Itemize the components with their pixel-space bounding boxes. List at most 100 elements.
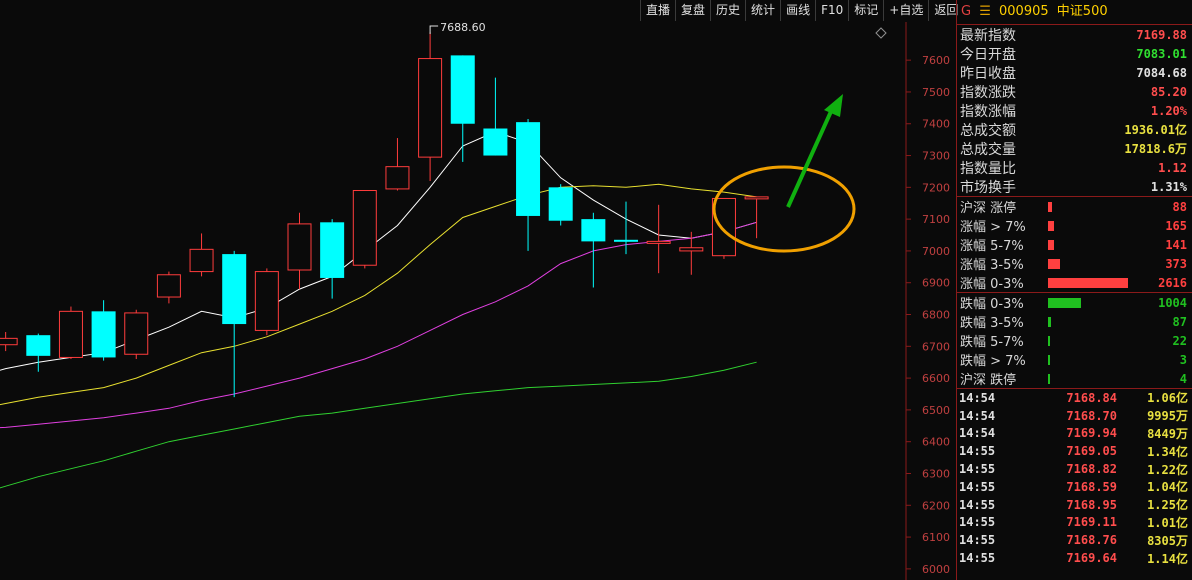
breadth-count: 1004 xyxy=(1158,295,1187,310)
toolbar-button[interactable]: 统计 xyxy=(745,0,780,21)
candle-body-down xyxy=(483,128,508,156)
tick-volume-number: 1.01 xyxy=(1147,515,1176,530)
quote-value: 17818.6万 xyxy=(1124,142,1187,156)
breadth-count: 2616 xyxy=(1158,275,1187,290)
tick-time: 14:54 xyxy=(959,408,996,423)
price-axis-label: 6300 xyxy=(922,467,950,480)
toolbar-button[interactable]: 标记 xyxy=(848,0,883,21)
tick-list[interactable]: 14:54 7168.84 1.06亿 14:54 7168.70 9995万 14:54 7… xyxy=(957,389,1192,567)
candle-body-down xyxy=(26,335,51,356)
toolbar-button[interactable]: 复盘 xyxy=(675,0,710,21)
toolbar-button[interactable]: F10 xyxy=(815,0,848,21)
quote-value: 7169.88 xyxy=(1136,27,1187,42)
candle-body-down xyxy=(516,122,541,216)
tick-volume-number: 1.34 xyxy=(1147,444,1176,459)
breadth-label: 涨幅 > 7% xyxy=(960,220,1026,235)
tick-price: 7168.82 xyxy=(1066,462,1117,477)
tick-volume-unit: 万 xyxy=(1175,409,1188,424)
breadth-count: 22 xyxy=(1172,333,1187,348)
menu-icon[interactable]: ☰ xyxy=(979,4,991,19)
breadth-bar xyxy=(1048,335,1050,346)
breadth-count: 165 xyxy=(1165,218,1187,233)
quote-label: 今日开盘 xyxy=(960,46,1016,63)
tick-row: 14:54 7169.94 8449万 xyxy=(957,425,1192,443)
chart-toolbar: 直播 复盘 历史 统计 画线 F10 标记 +自选 返回 xyxy=(640,0,963,22)
tick-volume: 1.01亿 xyxy=(1117,514,1188,531)
tick-row: 14:55 7169.64 1.14亿 xyxy=(957,549,1192,567)
quote-label: 指数涨幅 xyxy=(960,103,1016,120)
price-axis-label: 7000 xyxy=(922,245,950,258)
tick-price: 7169.11 xyxy=(1066,515,1117,530)
quote-label: 总成交量 xyxy=(960,141,1016,158)
breadth-label: 沪深 涨停 xyxy=(960,201,1017,216)
price-axis-label: 7400 xyxy=(922,118,950,131)
tick-price: 7168.70 xyxy=(1066,408,1117,423)
tick-volume: 1.04亿 xyxy=(1117,478,1188,495)
breadth-row: 涨幅 0-3% 2616 xyxy=(957,273,1192,293)
quote-value: 85.20 xyxy=(1150,84,1187,99)
tick-volume-unit: 亿 xyxy=(1175,391,1188,406)
high-value-label: 7688.60 xyxy=(440,22,486,34)
candle-body-up xyxy=(0,337,18,346)
breadth-bar xyxy=(1048,373,1050,384)
tick-volume-number: 1.06 xyxy=(1147,391,1176,406)
price-axis-label: 6200 xyxy=(922,499,950,512)
tick-volume-unit: 亿 xyxy=(1175,515,1188,530)
breadth-label: 跌幅 > 7% xyxy=(960,354,1026,369)
candle-body-down xyxy=(320,222,345,278)
tick-price: 7169.64 xyxy=(1066,551,1117,566)
breadth-bar xyxy=(1048,258,1061,269)
quote-row: 总成交额 1936.01亿 xyxy=(957,120,1192,139)
breadth-row: 跌幅 3-5% 87 xyxy=(957,312,1192,332)
price-axis-label: 7100 xyxy=(922,213,950,226)
candle-body-down xyxy=(91,311,116,358)
breadth-bar-track xyxy=(1048,277,1137,289)
breadth-count: 141 xyxy=(1165,237,1187,252)
breadth-row: 涨幅 5-7% 141 xyxy=(957,235,1192,255)
tick-volume-number: 9995 xyxy=(1147,409,1176,424)
toolbar-button[interactable]: 画线 xyxy=(780,0,815,21)
breadth-label: 涨幅 3-5% xyxy=(960,258,1024,273)
candle-body-down xyxy=(450,55,475,124)
quote-row: 市场换手 1.31% xyxy=(957,177,1192,196)
candle-body-up xyxy=(418,58,443,158)
security-name: 中证500 xyxy=(1056,4,1108,19)
tick-volume: 9995万 xyxy=(1117,407,1188,424)
tick-time: 14:55 xyxy=(959,497,996,512)
toolbar-button[interactable]: 直播 xyxy=(640,0,675,21)
quote-row: 指数量比 1.12 xyxy=(957,158,1192,177)
tick-volume-unit: 亿 xyxy=(1175,551,1188,566)
breadth-row: 跌幅 5-7% 22 xyxy=(957,331,1192,351)
breadth-bar xyxy=(1048,316,1052,327)
candle-body-up xyxy=(156,274,181,298)
breadth-bar xyxy=(1048,297,1081,308)
breadth-row: 涨幅 3-5% 373 xyxy=(957,254,1192,274)
breadth-bar-track xyxy=(1048,354,1137,366)
candle-body-up xyxy=(254,271,279,331)
breadth-row: 沪深 涨停 88 xyxy=(957,197,1192,217)
tick-volume-unit: 亿 xyxy=(1175,462,1188,477)
breadth-bar-track xyxy=(1048,220,1137,232)
candle-body-up xyxy=(124,312,149,355)
toolbar-button[interactable]: +自选 xyxy=(883,0,928,21)
candle-body-down xyxy=(222,254,247,325)
tick-row: 14:55 7168.59 1.04亿 xyxy=(957,478,1192,496)
expand-diamond-icon[interactable] xyxy=(875,27,887,39)
quote-sidebar: G ☰ 000905 中证500 最新指数 7169.88 今日开盘 7083.01 昨… xyxy=(956,0,1192,580)
breadth-row: 跌幅 > 7% 3 xyxy=(957,350,1192,370)
tick-price: 7168.59 xyxy=(1066,479,1117,494)
tick-row: 14:55 7169.05 1.34亿 xyxy=(957,442,1192,460)
candle-body-up xyxy=(189,248,214,273)
quote-row: 指数涨跌 85.20 xyxy=(957,82,1192,101)
candle-body-up xyxy=(646,240,671,244)
breadth-row: 涨幅 > 7% 165 xyxy=(957,216,1192,236)
breadth-label: 涨幅 5-7% xyxy=(960,239,1024,254)
kline-chart[interactable]: 7600 7500 7400 7300 7200 7100 7000 6900 6800 6700… xyxy=(0,22,956,580)
breadth-bar xyxy=(1048,277,1129,288)
tick-volume-number: 1.04 xyxy=(1147,480,1176,495)
security-header[interactable]: G ☰ 000905 中证500 xyxy=(957,0,1192,25)
breadth-bar xyxy=(1048,354,1050,365)
tick-volume-number: 1.25 xyxy=(1147,498,1176,513)
tick-row: 14:55 7168.95 1.25亿 xyxy=(957,496,1192,514)
toolbar-button[interactable]: 历史 xyxy=(710,0,745,21)
